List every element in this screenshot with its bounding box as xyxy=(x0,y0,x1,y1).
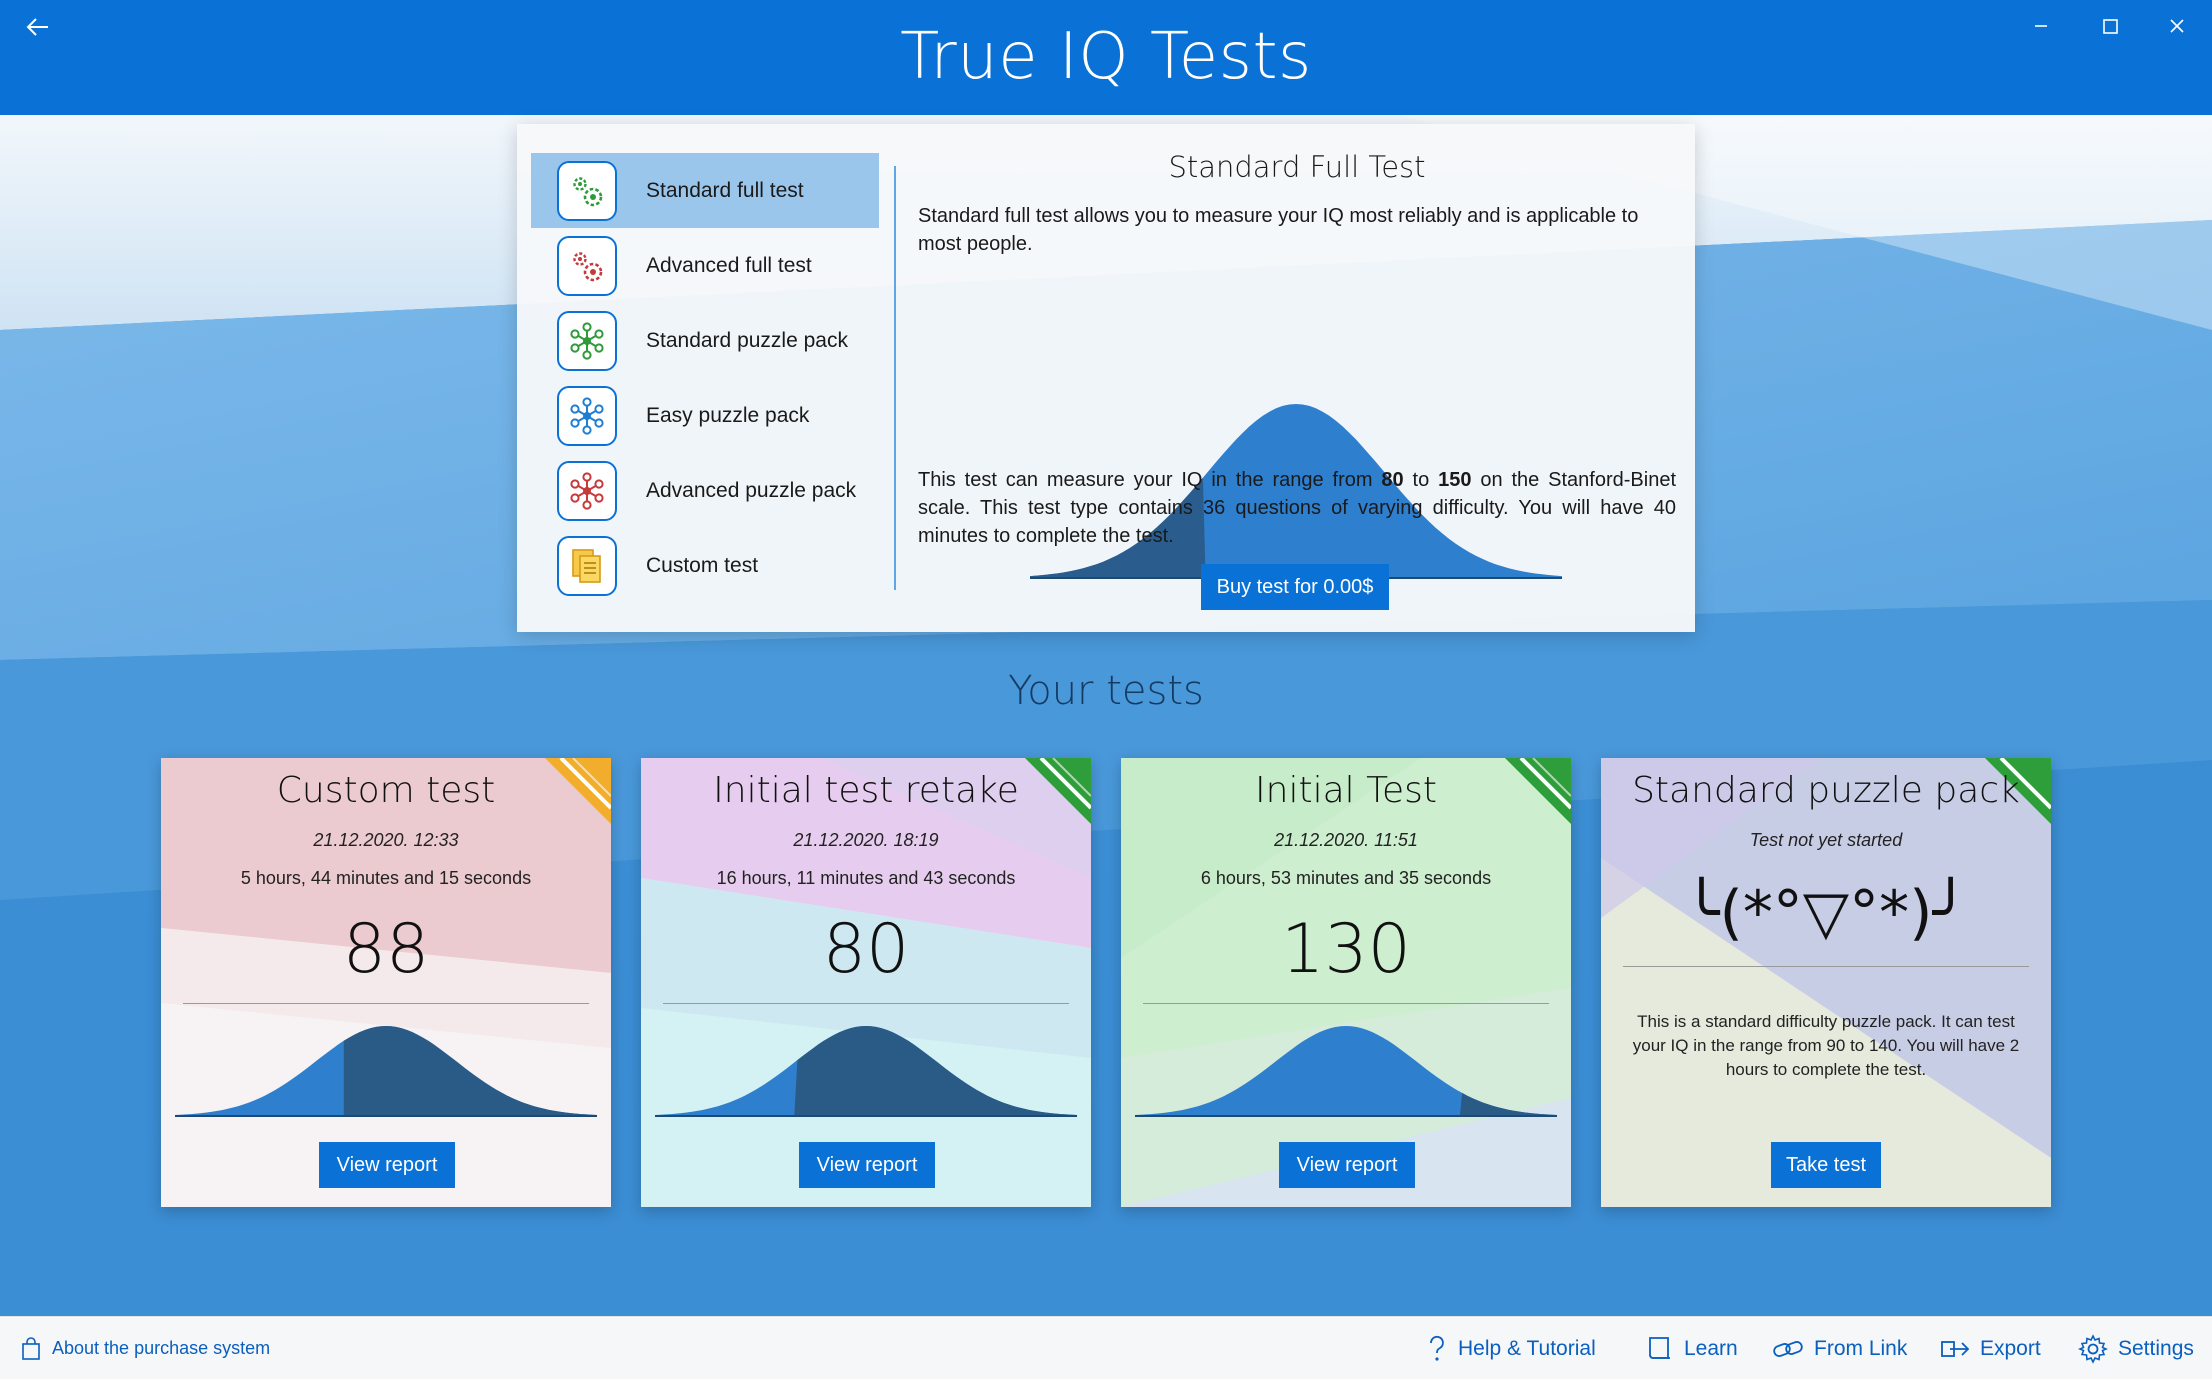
card-status: Test not yet started xyxy=(1749,830,1903,850)
card-duration: 16 hours, 11 minutes and 43 seconds xyxy=(716,868,1016,888)
card-background xyxy=(1601,758,2051,1207)
card-duration: 5 hours, 44 minutes and 15 seconds xyxy=(240,868,532,888)
link-icon xyxy=(1772,1337,1804,1361)
card-duration: 6 hours, 53 minutes and 35 seconds xyxy=(1200,868,1492,888)
test-type-label: Standard puzzle pack xyxy=(646,328,848,352)
card-title: Initial Test xyxy=(1255,770,1437,811)
learn-button[interactable]: Learn xyxy=(1646,1317,1738,1379)
card-distribution-curve xyxy=(655,1026,1077,1117)
test-type-item[interactable]: Easy puzzle pack xyxy=(531,378,879,453)
export-icon xyxy=(1940,1337,1970,1361)
test-type-list: Standard full test Advanced full test Stan… xyxy=(531,153,879,603)
card-title: Initial test retake xyxy=(713,770,1019,811)
shopping-bag-icon xyxy=(20,1336,42,1361)
card-date: 21.12.2020. 18:19 xyxy=(793,830,939,850)
test-card-initial: Initial Test 21.12.2020. 11:51 6 hours, … xyxy=(1121,758,1571,1207)
close-icon xyxy=(2170,19,2184,33)
test-type-item[interactable]: Custom test xyxy=(531,528,879,603)
bottom-bar: About the purchase system Help & Tutoria… xyxy=(0,1316,2212,1379)
curve-area xyxy=(1135,1026,1557,1116)
view-report-button[interactable]: View report xyxy=(1279,1142,1415,1188)
card-score: 88 xyxy=(342,910,430,989)
card-separator xyxy=(663,1003,1069,1004)
card-separator xyxy=(1623,966,2029,967)
red-network-icon xyxy=(557,461,617,521)
settings-button[interactable]: Settings xyxy=(2078,1317,2194,1379)
test-type-item[interactable]: Advanced full test xyxy=(531,228,879,303)
from-link-button[interactable]: From Link xyxy=(1772,1317,1907,1379)
test-type-label: Custom test xyxy=(646,553,759,577)
view-report-button[interactable]: View report xyxy=(799,1142,935,1188)
test-card-custom: Custom test 21.12.2020. 12:33 5 hours, 4… xyxy=(161,758,611,1207)
test-type-label: Standard full test xyxy=(646,178,804,202)
card-date: 21.12.2020. 11:51 xyxy=(1274,830,1418,850)
test-type-label: Easy puzzle pack xyxy=(646,403,810,427)
your-tests-heading: Your tests xyxy=(1008,668,1204,714)
card-separator xyxy=(183,1003,589,1004)
export-button[interactable]: Export xyxy=(1940,1317,2041,1379)
minimize-button[interactable] xyxy=(2024,12,2058,40)
green-network-icon xyxy=(557,311,617,371)
test-card-standard-puzzle-pack: Standard puzzle pack Test not yet starte… xyxy=(1601,758,2051,1207)
range-min: 80 xyxy=(1381,469,1404,491)
card-score: 130 xyxy=(1281,910,1411,989)
take-test-button[interactable]: Take test xyxy=(1771,1142,1881,1188)
range-prefix: This test can measure your IQ in the ran… xyxy=(918,469,1382,491)
close-button[interactable] xyxy=(2160,12,2194,40)
help-tutorial-button[interactable]: Help & Tutorial xyxy=(1426,1317,1596,1379)
test-type-label: Advanced full test xyxy=(646,253,812,277)
app-title: True IQ Tests xyxy=(900,20,1312,94)
card-distribution-curve xyxy=(1135,1026,1557,1117)
green-gears-icon xyxy=(557,161,617,221)
about-purchase-link[interactable]: About the purchase system xyxy=(20,1317,270,1379)
range-to: to xyxy=(1403,469,1439,491)
title-bar: True IQ Tests xyxy=(0,0,2212,115)
test-type-item[interactable]: Standard full test xyxy=(531,153,879,228)
detail-range-text: This test can measure your IQ in the ran… xyxy=(918,466,1676,550)
minimize-icon xyxy=(2035,25,2047,27)
blue-network-icon xyxy=(557,386,617,446)
documents-icon xyxy=(557,536,617,596)
detail-title: Standard Full Test xyxy=(1168,150,1426,184)
card-title: Standard puzzle pack xyxy=(1632,770,2020,811)
curve-highlight xyxy=(343,1026,597,1116)
panel-divider xyxy=(894,166,896,590)
book-icon xyxy=(1646,1335,1674,1363)
card-score: 80 xyxy=(822,910,910,989)
gear-icon xyxy=(2078,1333,2108,1364)
card-date: 21.12.2020. 12:33 xyxy=(313,830,459,850)
export-label: Export xyxy=(1980,1336,2041,1360)
card-separator xyxy=(1143,1003,1549,1004)
from-link-label: From Link xyxy=(1814,1336,1908,1360)
question-icon xyxy=(1426,1334,1448,1364)
detail-description: Standard full test allows you to measure… xyxy=(918,205,1639,255)
red-gears-icon xyxy=(557,236,617,296)
test-type-item[interactable]: Advanced puzzle pack xyxy=(531,453,879,528)
settings-label: Settings xyxy=(2118,1336,2194,1360)
about-purchase-label: About the purchase system xyxy=(52,1338,271,1358)
test-selection-panel: Standard full test Advanced full test Stan… xyxy=(517,124,1695,632)
maximize-button[interactable] xyxy=(2093,12,2127,40)
learn-label: Learn xyxy=(1684,1336,1738,1360)
range-max: 150 xyxy=(1438,469,1472,491)
card-description: This is a standard difficulty puzzle pac… xyxy=(1632,1012,2020,1079)
curve-highlight xyxy=(1459,1092,1557,1116)
card-distribution-curve xyxy=(175,1026,597,1117)
view-report-button[interactable]: View report xyxy=(319,1142,455,1188)
maximize-icon xyxy=(2103,19,2118,34)
curve-highlight xyxy=(794,1026,1077,1116)
buy-test-button[interactable]: Buy test for 0.00$ xyxy=(1201,564,1389,610)
test-card-initial-retake: Initial test retake 21.12.2020. 18:19 16… xyxy=(641,758,1091,1207)
card-title: Custom test xyxy=(276,770,496,811)
card-kaomoji: ╰(*°▽°*)╯ xyxy=(1683,878,1969,948)
help-tutorial-label: Help & Tutorial xyxy=(1458,1336,1596,1360)
test-type-item[interactable]: Standard puzzle pack xyxy=(531,303,879,378)
test-type-label: Advanced puzzle pack xyxy=(646,478,857,502)
